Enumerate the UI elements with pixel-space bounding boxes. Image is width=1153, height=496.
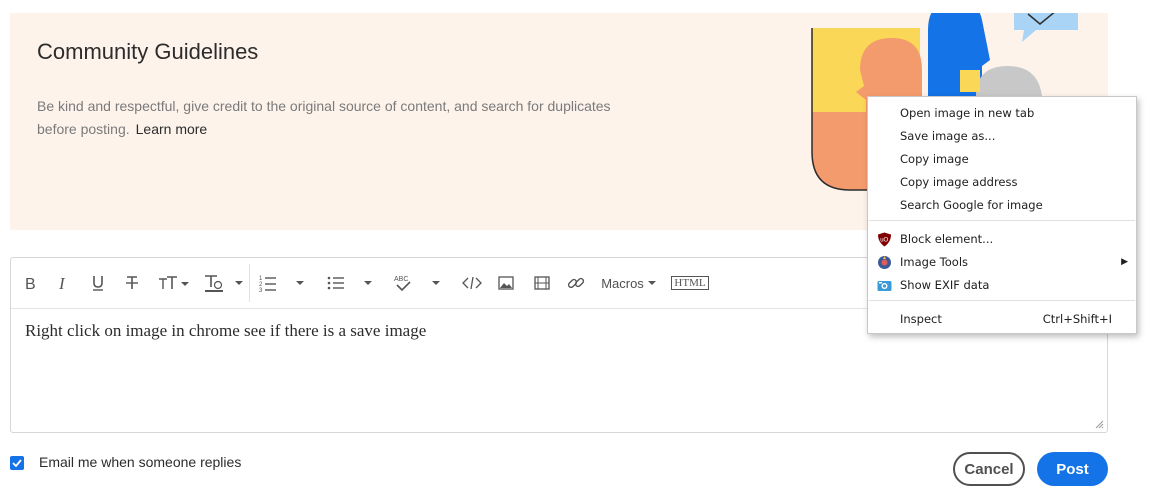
menu-item-label: Show EXIF data [900,278,990,292]
insert-video-button[interactable] [534,272,550,294]
macros-label: Macros [601,275,644,291]
numbered-list-button[interactable]: 123 [259,272,277,294]
resize-handle-icon[interactable] [1095,420,1104,429]
menu-separator [869,220,1135,221]
text-color-icon [205,275,243,292]
menu-item-block-element[interactable]: uO Block element... [868,228,1136,250]
menu-separator [869,300,1135,301]
insert-image-button[interactable] [498,272,514,294]
email-notify-label: Email me when someone replies [39,454,242,470]
macros-dropdown[interactable]: Macros [600,272,658,294]
bold-icon: B [25,276,36,291]
submenu-arrow-icon: ▶ [1121,257,1128,267]
numbered-list-dropdown[interactable] [293,272,307,294]
cancel-button[interactable]: Cancel [953,452,1025,486]
code-button[interactable] [462,272,482,294]
strikethrough-button[interactable] [123,272,141,294]
checkmark-icon [12,459,22,467]
chevron-down-icon [296,281,304,285]
editor-content[interactable]: Right click on image in chrome see if th… [25,321,426,341]
image-tools-icon [878,256,891,269]
html-label: HTML [671,276,709,290]
svg-text:ABC: ABC [394,276,408,283]
svg-text:B: B [25,276,36,291]
ublock-shield-icon: uO [878,232,891,247]
toolbar-divider [249,264,250,302]
menu-item-search-google-image[interactable]: Search Google for image [868,194,1136,216]
camera-icon [877,281,892,291]
spellcheck-button[interactable]: ABC [393,272,413,294]
insert-link-button[interactable] [567,272,585,294]
banner-title: Community Guidelines [37,39,259,64]
font-size-icon [159,276,189,289]
post-button[interactable]: Post [1037,452,1108,486]
menu-item-label: Block element... [900,232,994,246]
svg-text:uO: uO [880,238,888,244]
font-size-button[interactable] [157,272,191,294]
email-notify-checkbox[interactable] [10,456,24,470]
banner-description: Be kind and respectful, give credit to t… [37,95,637,141]
menu-item-inspect[interactable]: Inspect Ctrl+Shift+I [868,308,1136,330]
image-icon [498,276,514,290]
context-menu: Open image in new tab Save image as... C… [867,96,1137,334]
menu-item-label: Copy image [900,152,969,166]
spellcheck-icon: ABC [394,276,411,292]
learn-more-link[interactable]: Learn more [136,121,208,137]
chevron-down-icon [432,281,440,285]
code-icon [462,276,482,290]
bulleted-list-button[interactable] [327,272,345,294]
menu-item-shortcut: Ctrl+Shift+I [1042,312,1112,326]
svg-text:3: 3 [259,288,263,292]
menu-item-image-tools[interactable]: Image Tools ▶ [868,251,1136,273]
italic-icon: I [58,275,66,291]
underline-button[interactable] [89,272,107,294]
spellcheck-dropdown[interactable] [429,272,443,294]
bold-button[interactable]: B [21,272,39,294]
menu-item-open-image-new-tab[interactable]: Open image in new tab [868,102,1136,124]
menu-item-show-exif-data[interactable]: Show EXIF data [868,274,1136,296]
html-source-button[interactable]: HTML [670,272,710,294]
menu-item-label: Search Google for image [900,198,1043,212]
menu-item-label: Open image in new tab [900,106,1035,120]
menu-item-copy-image-address[interactable]: Copy image address [868,171,1136,193]
svg-text:I: I [58,275,66,291]
underline-icon [93,276,103,291]
menu-item-label: Save image as... [900,129,996,143]
menu-item-label: Copy image address [900,175,1018,189]
menu-item-label: Inspect [900,312,942,326]
numbered-list-icon: 123 [259,276,276,292]
menu-item-copy-image[interactable]: Copy image [868,148,1136,170]
banner-text: Be kind and respectful, give credit to t… [37,98,611,137]
bulleted-list-icon [327,276,344,290]
bulleted-list-dropdown[interactable] [361,272,375,294]
chevron-down-icon [647,281,656,285]
menu-item-save-image-as[interactable]: Save image as... [868,125,1136,147]
text-color-button[interactable] [203,272,245,294]
strikethrough-icon [126,276,138,289]
italic-button[interactable]: I [55,272,73,294]
menu-item-label: Image Tools [900,255,969,269]
link-icon [567,277,585,289]
chevron-down-icon [364,281,372,285]
video-icon [534,276,550,290]
